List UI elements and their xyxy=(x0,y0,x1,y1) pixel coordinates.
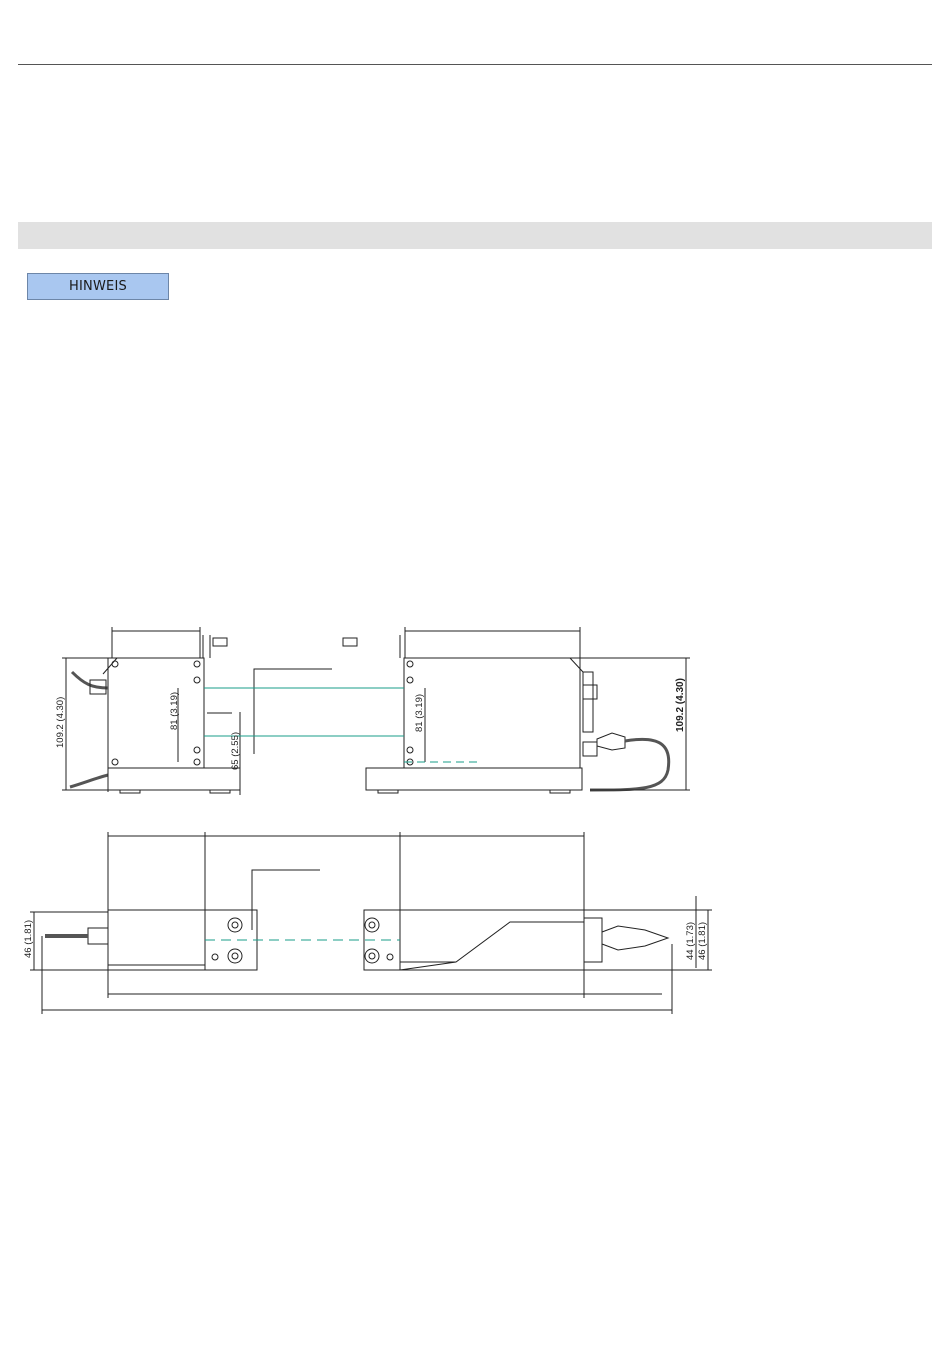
right-sensor-body xyxy=(403,657,581,769)
right-46-label: 46 (1.81) xyxy=(697,922,708,960)
left-side-46-label: 46 (1.81) xyxy=(23,920,34,958)
right-connector-plug xyxy=(596,732,626,751)
hinweis-label: HINWEIS xyxy=(69,279,127,294)
light-beams xyxy=(204,687,480,763)
dimension-drawing: 109.2 (4.30) 81 (3.19) 65 (2.55) 81 (3.1… xyxy=(23,627,712,1014)
right-44-label: 44 (1.73) xyxy=(685,922,696,960)
left-81-label: 81 (3.19) xyxy=(169,692,180,730)
top-rule xyxy=(18,64,932,65)
right-top-body xyxy=(399,909,585,971)
right-base-rail xyxy=(365,767,583,791)
left-height-label: 109.2 (4.30) xyxy=(55,697,66,748)
left-top-body xyxy=(107,909,206,971)
section-band xyxy=(18,222,932,249)
right-81-label: 81 (3.19) xyxy=(414,694,425,732)
left-sensor-body xyxy=(107,657,205,769)
left-base-rail xyxy=(107,767,241,791)
right-height-label: 109.2 (4.30) xyxy=(675,678,686,732)
hinweis-badge: HINWEIS xyxy=(27,273,169,300)
left-65-label: 65 (2.55) xyxy=(230,732,241,770)
